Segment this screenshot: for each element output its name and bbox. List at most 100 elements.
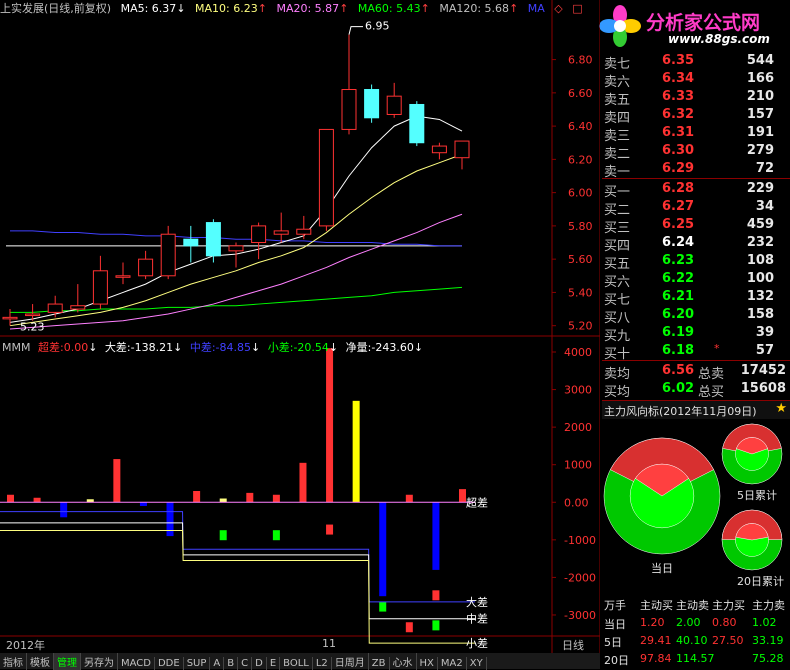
candle <box>160 225 176 280</box>
pie-today-label: 当日 <box>651 562 673 575</box>
buy-row[interactable]: 买六 6.22 100 <box>602 270 790 290</box>
ob-price: 6.21 <box>662 289 695 304</box>
logo-url: www.88gs.com <box>668 32 770 46</box>
bottom-toolbar: 指标 模板 管理 另存为 MACD DDE SUP A B C D E BOLL L2 日周月 ZB 心水 HX M… <box>0 653 600 670</box>
low-price-label: 5.23 <box>20 321 45 334</box>
ob-price: 6.20 <box>662 307 695 322</box>
summary-row: 买均 6.02 总买 15608 <box>602 380 790 400</box>
ob-volume: 229 <box>746 181 774 196</box>
mmm-chart: 4000 3000 2000 1000 0.00 -1000 -2000 -3000 超差大差中… <box>0 346 596 650</box>
flow-cell: 1.20 <box>640 616 665 629</box>
buy-row[interactable]: 买九 6.19 39 <box>602 324 790 344</box>
price-tick-label: 5.80 <box>568 220 593 233</box>
toolbar-button[interactable]: MA2 <box>438 657 467 670</box>
buy-row[interactable]: 买八 6.20 158 <box>602 306 790 326</box>
pie-5day-label: 5日累计 <box>737 489 777 502</box>
mmm-da-line <box>0 511 475 603</box>
fund-panel-title-text: 主力风向标(2012年11月09日) <box>604 405 757 418</box>
ob-volume: 132 <box>746 289 774 304</box>
jing-value: -243.60 <box>371 341 414 354</box>
sell-row[interactable]: 卖四 6.32 157 <box>602 106 790 126</box>
toolbar-button[interactable]: E <box>267 657 281 670</box>
xiao-arrow-icon: ↓ <box>328 341 339 354</box>
ob-divider <box>602 178 790 179</box>
toolbar-button[interactable]: 另存为 <box>81 653 118 670</box>
flow-cell: 97.84 <box>640 652 672 665</box>
toolbar-button[interactable]: 管理 <box>54 653 81 670</box>
buy-row[interactable]: 买十 6.18 57 * <box>602 342 790 362</box>
toolbar-button[interactable]: C <box>238 657 253 670</box>
ob-volume: 279 <box>746 143 774 158</box>
ob-volume: 544 <box>746 53 774 68</box>
mmm-bar <box>246 492 254 503</box>
toolbar-button[interactable]: DDE <box>155 657 184 670</box>
toolbar-button[interactable]: 日周月 <box>332 653 369 670</box>
star-icon[interactable]: ★ <box>775 401 787 416</box>
candle <box>431 142 447 160</box>
mmm-bar <box>379 502 387 597</box>
candle <box>92 255 108 310</box>
buy-row[interactable]: 买七 6.21 132 <box>602 288 790 308</box>
toolbar-button[interactable]: BOLL <box>280 657 313 670</box>
mmm-da-end-label: 大差 <box>466 595 488 609</box>
sell-row[interactable]: 卖二 6.30 279 <box>602 142 790 162</box>
xiao-value: -20.54 <box>293 341 329 354</box>
candle <box>318 128 334 231</box>
price-tick-label: 6.20 <box>568 153 593 166</box>
flow-table-row: 5日 29.41 40.10 27.50 33.19 <box>602 634 790 650</box>
toolbar-button[interactable]: 心水 <box>390 653 417 670</box>
mmm-marker <box>326 524 334 535</box>
toolbar-button[interactable]: MACD <box>118 657 155 670</box>
toolbar-button[interactable]: ZB <box>369 657 390 670</box>
ob-divider <box>602 360 790 361</box>
buy-row[interactable]: 买二 6.27 34 <box>602 198 790 218</box>
zhong-label: 中差: <box>189 341 216 354</box>
mmm-bar <box>405 494 413 503</box>
flow-row-label: 20日 <box>604 654 629 667</box>
chao-value: 0.00 <box>63 341 89 354</box>
ob-volume: 34 <box>755 199 774 214</box>
toolbar-button[interactable]: B <box>224 657 239 670</box>
flow-header-cell: 主力卖 <box>752 599 785 612</box>
mmm-marker <box>379 601 387 612</box>
toolbar-button[interactable]: 模板 <box>27 653 54 670</box>
buy-row[interactable]: 买三 6.25 459 <box>602 216 790 236</box>
toolbar-button[interactable]: SUP <box>184 657 211 670</box>
candle <box>341 34 357 135</box>
sell-row[interactable]: 卖七 6.35 544 <box>602 52 790 72</box>
toolbar-button[interactable]: A <box>210 657 225 670</box>
candle <box>386 82 402 118</box>
flow-header-cell: 主动买 <box>640 599 673 612</box>
candle <box>205 219 221 263</box>
sell-row[interactable]: 卖一 6.29 72 <box>602 160 790 180</box>
pie-20day <box>721 509 783 571</box>
buy-row[interactable]: 买五 6.23 108 <box>602 252 790 272</box>
toolbar-button[interactable]: XY <box>467 657 487 670</box>
flow-table-header: 万手 主动买 主动卖 主力买 主力卖 <box>602 597 790 613</box>
toolbar-button[interactable]: HX <box>417 657 438 670</box>
toolbar-button[interactable]: 指标 <box>0 653 27 670</box>
ob-price: 6.34 <box>662 71 695 86</box>
buy-row[interactable]: 买四 6.24 232 <box>602 234 790 254</box>
price-tick-label: 6.60 <box>568 87 593 100</box>
sell-row[interactable]: 卖六 6.34 166 <box>602 70 790 90</box>
mmm-zhong-end-label: 中差 <box>466 612 488 626</box>
logo-flower-icon <box>599 5 641 47</box>
toolbar-button[interactable]: L2 <box>313 657 332 670</box>
jing-arrow-icon: ↓ <box>413 341 424 354</box>
flow-cell: 2.00 <box>676 616 701 629</box>
sell-row[interactable]: 卖五 6.33 210 <box>602 88 790 108</box>
period-label[interactable]: 日线 <box>562 637 584 653</box>
mmm-tick-label: -1000 <box>564 534 596 547</box>
buy-row[interactable]: 买一 6.28 229 <box>602 180 790 200</box>
mmm-marker <box>405 622 413 633</box>
ob-price: 6.24 <box>662 235 695 250</box>
price-tick-label: 6.80 <box>568 54 593 67</box>
sell-row[interactable]: 卖三 6.31 191 <box>602 124 790 144</box>
flow-table-row: 20日 97.84 114.57 75.28 <box>602 652 790 668</box>
mmm-tick-label: 1000 <box>564 459 592 472</box>
mmm-bar <box>352 400 360 503</box>
flow-cell: 40.10 <box>676 634 708 647</box>
mmm-zhong-line <box>0 522 475 620</box>
toolbar-button[interactable]: D <box>252 657 267 670</box>
